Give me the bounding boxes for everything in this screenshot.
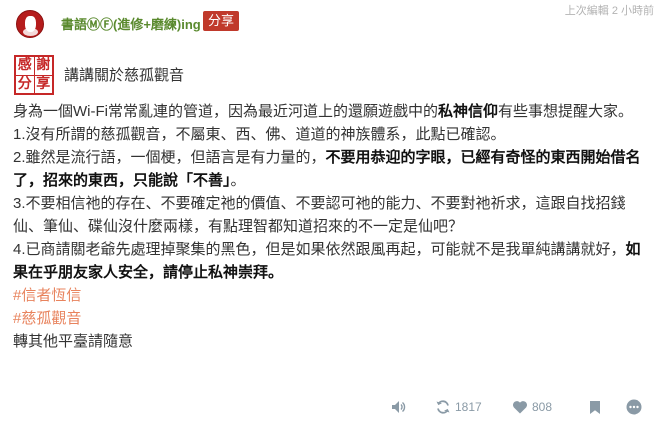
reshare-count: 1817 [455, 400, 482, 414]
paragraph-point-2: 2.雖然是流行語，一個梗，但語言是有力量的，不要用恭迎的字眼，已經有奇怪的東西開… [13, 149, 641, 189]
action-bar: 1817 808 [0, 396, 660, 418]
user-name[interactable]: 書語ⓂⒻ(進修+磨練)ing [61, 14, 201, 33]
more-button[interactable] [626, 396, 642, 418]
hashtag-link[interactable]: #慈孤觀音 [13, 310, 81, 327]
paragraph-point-4: 4.已商請關老爺先處理掉聚集的黑色，但是如果依然跟風再起，可能就不是我單純講講就… [13, 241, 641, 281]
heart-icon [512, 401, 528, 414]
paragraph-point-3: 3.不要相信祂的存在、不要確定祂的價值、不要認可祂的能力、不要對祂祈求，這跟自找… [13, 195, 626, 235]
bookmark-icon [590, 400, 600, 414]
hashtag-link[interactable]: #信者恆信 [13, 287, 81, 304]
post-header: 書語ⓂⒻ(進修+磨練)ing 分享 上次編輯 2 小時前 [0, 0, 660, 42]
mute-button[interactable] [391, 396, 406, 418]
like-count: 808 [532, 400, 553, 414]
refresh-icon [436, 400, 450, 414]
speaker-icon [392, 401, 406, 413]
more-dots-icon [626, 399, 642, 415]
like-button[interactable]: 808 [512, 396, 552, 418]
bookmark-button[interactable] [589, 396, 601, 418]
post-title: 講講關於慈孤觀音 [64, 67, 185, 84]
post-body: 身為一個Wi-Fi常常亂連的管道，因為最近河道上的還願遊戲中的私神信仰有些事想提… [13, 100, 653, 353]
thanks-share-stamp: 感 謝 分 享 [14, 55, 54, 95]
paragraph-point-1: 1.沒有所謂的慈孤觀音，不屬東、西、佛、道道的神族體系，此點已確認。 [13, 126, 506, 143]
edit-timestamp: 上次編輯 2 小時前 [564, 5, 654, 17]
share-badge: 分享 [203, 11, 240, 31]
closing-text: 轉其他平臺請隨意 [13, 333, 134, 350]
reshare-button[interactable]: 1817 [435, 396, 482, 418]
paragraph-intro: 身為一個Wi-Fi常常亂連的管道，因為最近河道上的還願遊戲中的私神信仰有些事想提… [13, 103, 634, 120]
avatar[interactable] [16, 10, 44, 38]
